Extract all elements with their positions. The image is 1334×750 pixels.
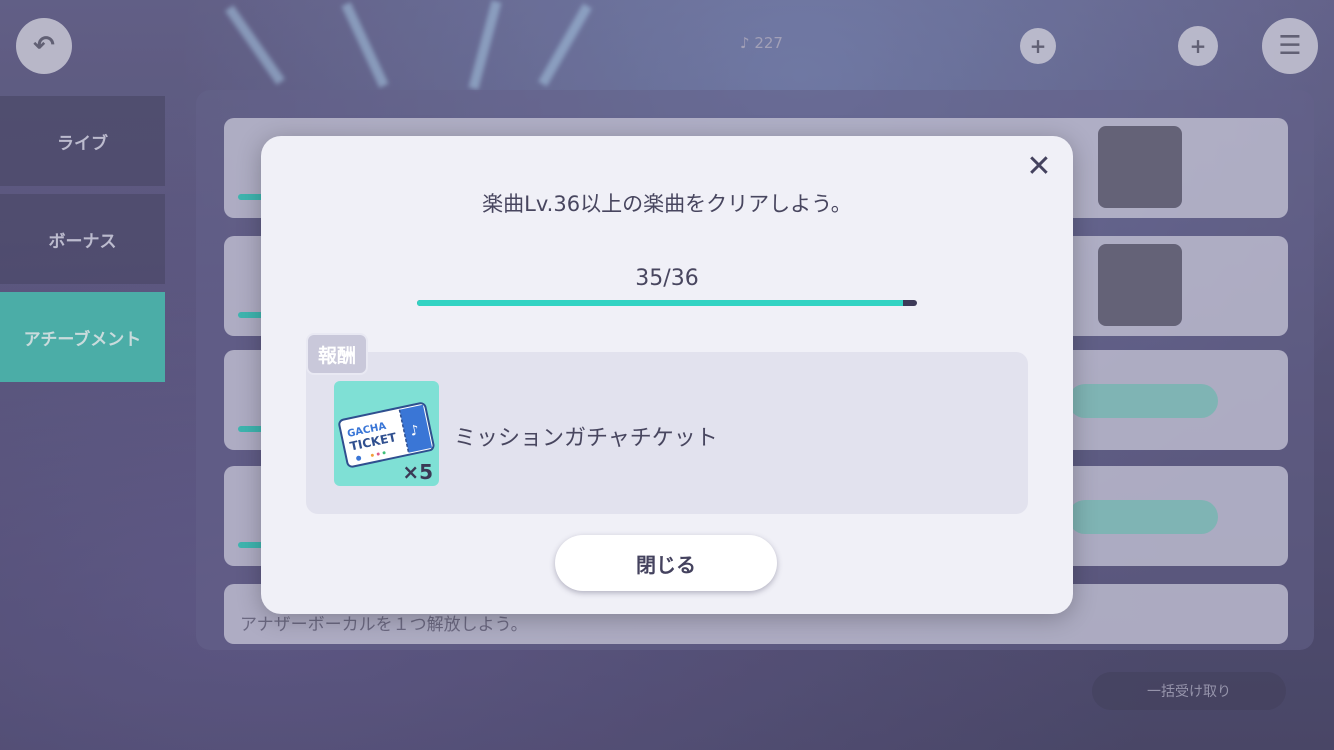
reward-name: ミッションガチャチケット bbox=[454, 426, 718, 451]
gacha-ticket-item[interactable]: GACHA TICKET ♪ ×5 bbox=[334, 381, 439, 486]
progress-bar bbox=[417, 300, 917, 306]
reward-quantity: ×5 bbox=[402, 460, 433, 484]
progress-bar-fill bbox=[417, 300, 904, 306]
mission-detail-dialog: ✕ 楽曲Lv.36以上の楽曲をクリアしよう。 35/36 報酬 GACHA TI… bbox=[261, 136, 1073, 614]
mission-description: 楽曲Lv.36以上の楽曲をクリアしよう。 bbox=[482, 192, 852, 216]
close-dialog-button[interactable]: 閉じる bbox=[555, 535, 777, 591]
close-button[interactable]: ✕ bbox=[1019, 146, 1059, 186]
close-icon: ✕ bbox=[1026, 148, 1052, 184]
progress-count: 35/36 bbox=[635, 266, 699, 291]
reward-tag: 報酬 bbox=[306, 333, 369, 375]
